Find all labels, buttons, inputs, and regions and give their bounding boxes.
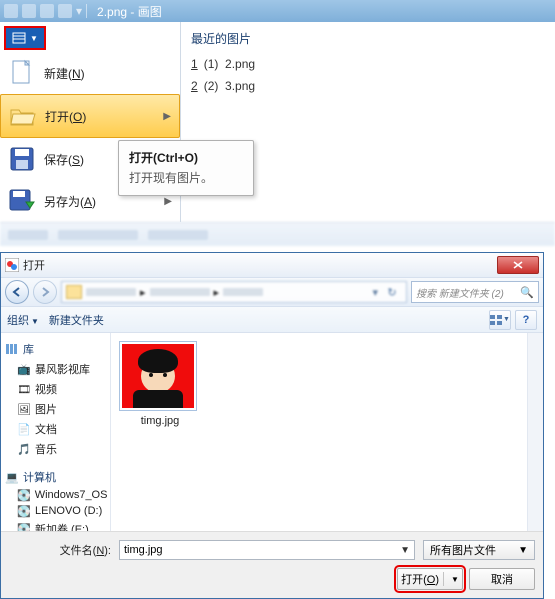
refresh-icon[interactable]: ↻ [382, 286, 402, 299]
drive-icon: 💽 [17, 489, 31, 501]
dialog-title: 打开 [23, 257, 45, 273]
file-name: timg.jpg [119, 415, 201, 427]
open-folder-icon [9, 102, 37, 130]
scrollbar[interactable] [527, 333, 543, 531]
new-file-icon [8, 59, 36, 87]
save-icon[interactable] [22, 4, 36, 18]
dialog-nav-bar: ▸ ▸ ▾ ↻ 搜索 新建文件夹 (2) 🔍 [1, 277, 543, 307]
tree-item[interactable]: 🎞视频 [3, 379, 108, 399]
chevron-down-icon: ▼ [30, 34, 38, 43]
help-icon: ? [523, 314, 530, 326]
highlight-file-button: ▼ [4, 26, 46, 50]
tree-item[interactable]: 📄文档 [3, 419, 108, 439]
file-type-filter[interactable]: 所有图片文件 ▼ [423, 540, 535, 560]
tooltip-open: 打开(Ctrl+O) 打开现有图片。 [118, 140, 254, 196]
tree-library[interactable]: 库 [3, 339, 108, 359]
help-button[interactable]: ? [515, 310, 537, 330]
menu-item-new[interactable]: 新建(N) [0, 52, 180, 94]
recent-header: 最近的图片 [191, 30, 545, 47]
tooltip-body: 打开现有图片。 [129, 170, 243, 187]
window-title: 2.png - 画图 [97, 3, 162, 20]
thumbnails-icon [490, 315, 502, 325]
qat-dropdown-icon[interactable]: ▾ [76, 4, 82, 18]
tree-item[interactable]: 🖼图片 [3, 399, 108, 419]
address-dropdown-icon[interactable]: ▾ [372, 286, 378, 299]
save-as-icon [8, 187, 36, 215]
paint-app-icon [5, 258, 19, 272]
close-button[interactable] [497, 256, 539, 274]
dialog-titlebar: 打开 [1, 253, 543, 277]
save-icon [8, 145, 36, 173]
search-input[interactable]: 搜索 新建文件夹 (2) 🔍 [411, 281, 539, 303]
video-icon: 🎞 [17, 383, 31, 395]
tooltip-title: 打开(Ctrl+O) [129, 149, 243, 166]
redo-icon[interactable] [58, 4, 72, 18]
chevron-down-icon[interactable]: ▼ [451, 575, 459, 584]
music-icon: 🎵 [17, 443, 31, 455]
folder-icon [66, 285, 82, 299]
arrow-right-icon [40, 287, 50, 297]
paint-titlebar: ▾ 2.png - 画图 [0, 0, 555, 22]
recent-item[interactable]: 2(2) 3.png [191, 79, 545, 93]
new-folder-button[interactable]: 新建文件夹 [49, 312, 104, 328]
chevron-down-icon[interactable]: ▼ [400, 545, 410, 556]
menu-label: 打开(O) [45, 108, 86, 125]
tree-computer[interactable]: 💻计算机 [3, 467, 108, 487]
submenu-arrow-icon: ▶ [163, 111, 171, 122]
open-button[interactable]: 打开(O) ▼ [397, 568, 463, 590]
tree-item[interactable]: 🎵音乐 [3, 439, 108, 459]
cancel-button[interactable]: 取消 [469, 568, 535, 590]
blurred-content [0, 222, 555, 246]
nav-tree[interactable]: 库 📺暴风影视库 🎞视频 🖼图片 📄文档 🎵音乐 💻计算机 💽Windows7_… [1, 333, 111, 531]
drive-icon: 💽 [17, 505, 31, 517]
file-item[interactable]: timg.jpg [119, 341, 201, 427]
filename-label: 文件名(N): [9, 542, 111, 558]
tree-item[interactable]: 📺暴风影视库 [3, 359, 108, 379]
menu-label: 新建(N) [44, 65, 85, 82]
tree-item[interactable]: 💽LENOVO (D:) [3, 503, 108, 519]
chevron-down-icon[interactable]: ▼ [518, 545, 528, 556]
tree-item[interactable]: 💽新加卷 (E:) [3, 519, 108, 531]
paint-icon [4, 4, 18, 18]
undo-icon[interactable] [40, 4, 54, 18]
menu-label: 保存(S) [44, 151, 84, 168]
submenu-arrow-icon: ▶ [164, 196, 172, 207]
pictures-icon: 🖼 [17, 403, 31, 415]
documents-icon: 📄 [17, 423, 31, 435]
library-icon [5, 343, 19, 355]
avatar-face [141, 359, 175, 393]
dialog-toolbar: 组织▼ 新建文件夹 ▼ ? [1, 307, 543, 333]
file-thumbnail [119, 341, 197, 411]
recent-item[interactable]: 1(1) 2.png [191, 57, 545, 71]
tree-item[interactable]: 💽Windows7_OS ( [3, 487, 108, 503]
dialog-footer: 文件名(N): timg.jpg ▼ 所有图片文件 ▼ 打开(O) ▼ 取消 [1, 531, 543, 598]
file-menu-button[interactable]: ▼ [6, 28, 44, 48]
address-bar[interactable]: ▸ ▸ ▾ ↻ [61, 281, 407, 303]
drive-icon: 💽 [17, 523, 31, 531]
file-list[interactable]: timg.jpg [111, 333, 543, 531]
filename-value: timg.jpg [124, 544, 163, 556]
view-mode-button[interactable]: ▼ [489, 310, 511, 330]
filename-input[interactable]: timg.jpg ▼ [119, 540, 415, 560]
search-icon: 🔍 [520, 286, 534, 299]
close-icon [513, 261, 523, 269]
nav-forward-button[interactable] [33, 280, 57, 304]
document-icon [12, 32, 26, 44]
video-lib-icon: 📺 [17, 363, 31, 375]
nav-back-button[interactable] [5, 280, 29, 304]
filter-label: 所有图片文件 [430, 542, 496, 558]
menu-label: 另存为(A) [44, 193, 96, 210]
arrow-left-icon [12, 287, 22, 297]
computer-icon: 💻 [5, 471, 19, 483]
organize-button[interactable]: 组织▼ [7, 312, 39, 328]
search-placeholder: 搜索 新建文件夹 (2) [416, 285, 504, 300]
menu-item-open[interactable]: 打开(O) ▶ [0, 94, 180, 138]
